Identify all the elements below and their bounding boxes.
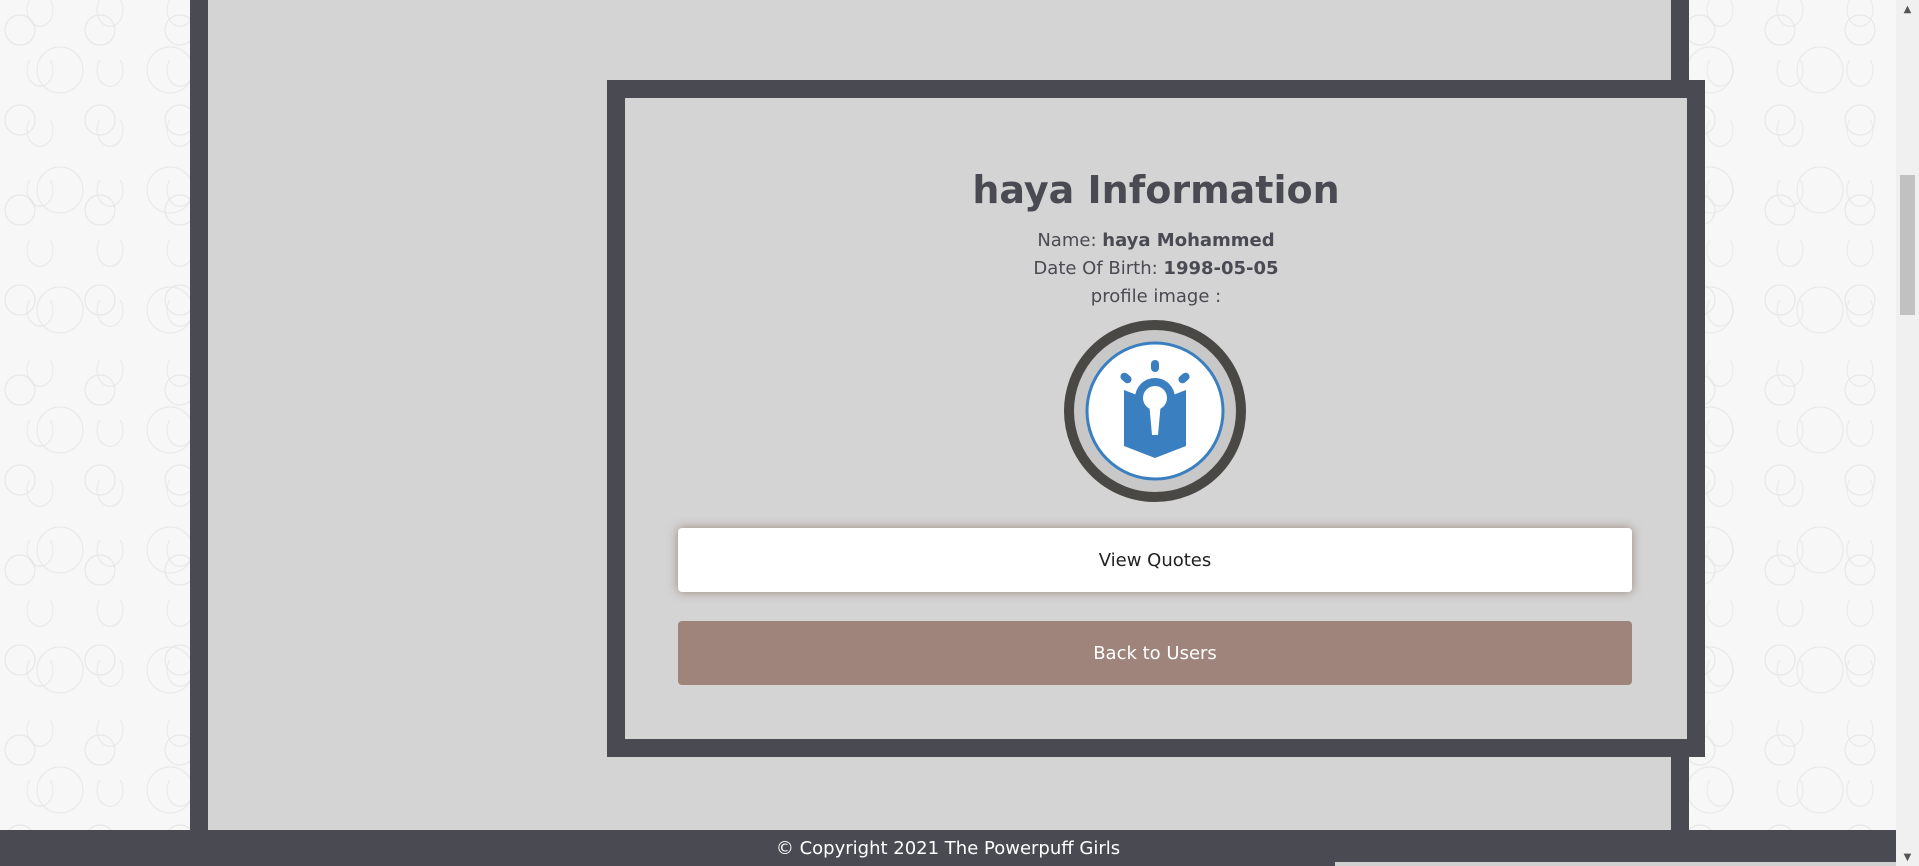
dob-value: 1998-05-05: [1163, 258, 1279, 279]
vertical-scrollbar[interactable]: ▲ ▼: [1896, 0, 1919, 866]
book-lamp-logo-icon: [1085, 341, 1225, 481]
copyright-text: © Copyright 2021 The Powerpuff Girls: [775, 837, 1121, 859]
profile-image-label: profile image :: [1090, 286, 1222, 307]
name-label: Name:: [1037, 230, 1097, 251]
name-value: haya Mohammed: [1102, 230, 1275, 251]
name-row: Name: haya Mohammed: [625, 230, 1687, 251]
view-quotes-button[interactable]: View Quotes: [678, 528, 1632, 592]
footer: © Copyright 2021 The Powerpuff Girls: [0, 830, 1896, 866]
scroll-down-icon[interactable]: ▼: [1896, 848, 1919, 866]
page-title: haya Information: [972, 168, 1340, 212]
dob-row: Date Of Birth: 1998-05-05: [625, 258, 1687, 279]
dob-label: Date Of Birth:: [1033, 258, 1158, 279]
horizontal-scroll-track: [1335, 862, 1896, 866]
page-frame: haya Information Name: haya Mohammed Dat…: [190, 0, 1705, 830]
scroll-up-icon[interactable]: ▲: [1896, 0, 1919, 18]
user-info-card: haya Information Name: haya Mohammed Dat…: [607, 80, 1705, 757]
back-to-users-button[interactable]: Back to Users: [678, 621, 1632, 685]
profile-image: [1064, 320, 1246, 502]
scroll-thumb[interactable]: [1900, 175, 1915, 315]
